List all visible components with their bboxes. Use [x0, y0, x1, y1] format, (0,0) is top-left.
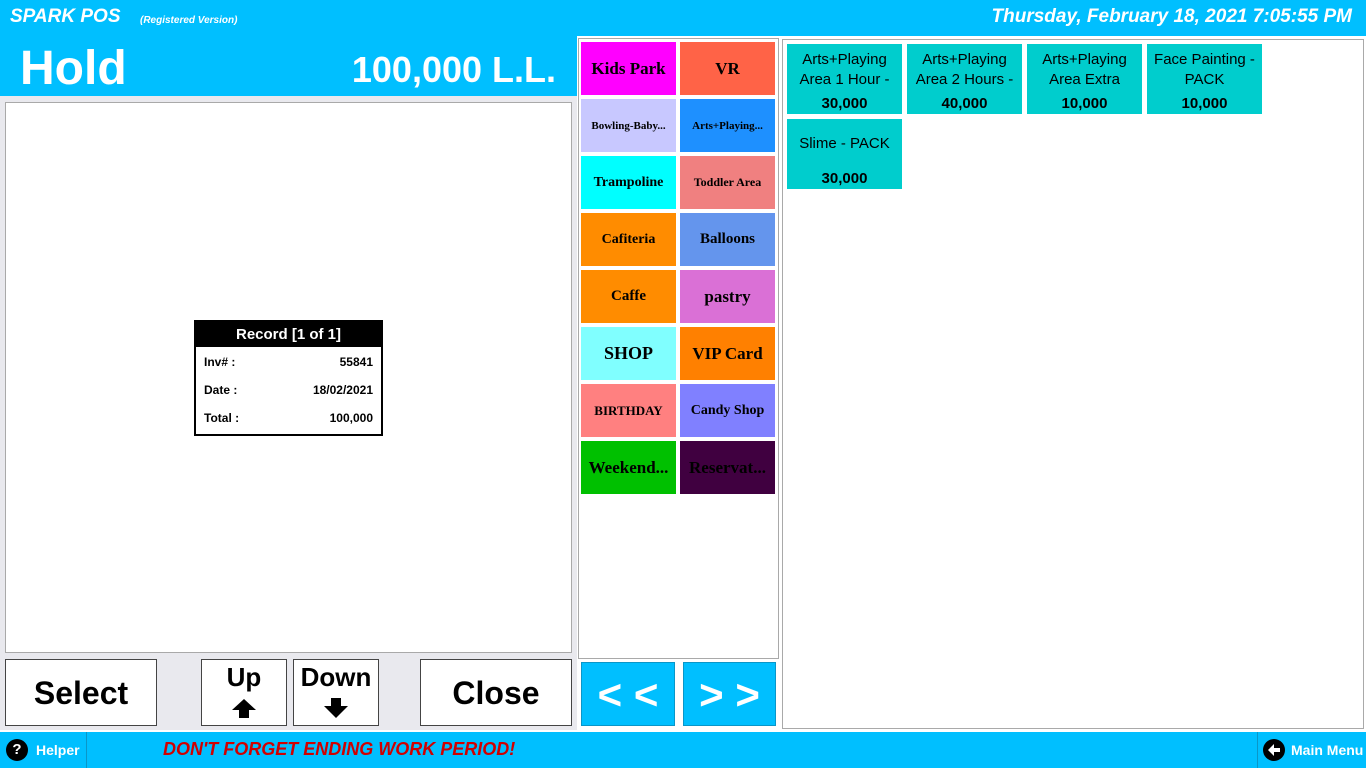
helper-label: Helper — [36, 742, 80, 758]
date-value: 18/02/2021 — [312, 383, 373, 397]
date-label: Date : — [204, 383, 238, 397]
record-inv-row: Inv# : 55841 — [204, 355, 373, 375]
close-button[interactable]: Close — [420, 659, 572, 726]
app-subtitle: (Registered Version) — [140, 15, 238, 26]
category-tile[interactable]: SHOP — [581, 327, 676, 380]
product-tile[interactable]: Arts+Playing Area 1 Hour - 30,000 — [787, 44, 902, 114]
next-page-button[interactable]: > > — [683, 662, 776, 726]
category-tile[interactable]: Cafiteria — [581, 213, 676, 266]
inv-value: 55841 — [339, 355, 373, 369]
product-name: Face Painting - PACK — [1154, 51, 1255, 88]
total-value: 100,000 — [329, 411, 373, 425]
down-label: Down — [300, 662, 372, 692]
held-record-card[interactable]: Record [1 of 1] Inv# : 55841 Date : 18/0… — [194, 320, 383, 436]
main-menu-label: Main Menu — [1291, 742, 1364, 758]
category-tile[interactable]: Candy Shop — [680, 384, 775, 437]
product-name: Arts+Playing Area 1 Hour - — [799, 51, 890, 88]
product-price: 10,000 — [1181, 95, 1228, 112]
category-tile[interactable]: Bowling-Baby... — [581, 99, 676, 152]
category-tile[interactable]: Trampoline — [581, 156, 676, 209]
product-tile[interactable]: Arts+Playing Area 2 Hours - 40,000 — [907, 44, 1022, 114]
app-title: SPARK POS — [10, 6, 121, 27]
down-button[interactable]: Down — [293, 659, 379, 726]
category-tile[interactable]: Caffe — [581, 270, 676, 323]
category-tile[interactable]: VIP Card — [680, 327, 775, 380]
record-header: Record [1 of 1] — [196, 322, 381, 347]
category-tile[interactable]: Arts+Playing... — [680, 99, 775, 152]
product-tile[interactable]: Arts+Playing Area Extra 10,000 — [1027, 44, 1142, 114]
product-price: 10,000 — [1061, 95, 1108, 112]
product-name: Arts+Playing Area Extra — [1042, 51, 1127, 88]
category-tile[interactable]: pastry — [680, 270, 775, 323]
product-tile[interactable]: Slime - PACK 30,000 — [787, 119, 902, 189]
category-tile[interactable]: Toddler Area — [680, 156, 775, 209]
work-period-warning: DON'T FORGET ENDING WORK PERIOD! — [163, 739, 516, 759]
product-tile[interactable]: Face Painting - PACK 10,000 — [1147, 44, 1262, 114]
total-label: Total : — [204, 411, 240, 425]
record-total-row: Total : 100,000 — [204, 411, 373, 431]
arrow-down-icon — [294, 697, 378, 719]
category-tile[interactable]: Weekend... — [581, 441, 676, 494]
category-tile[interactable]: Reservat... — [680, 441, 775, 494]
up-label: Up — [226, 662, 262, 692]
hold-title: Hold — [20, 42, 127, 95]
help-icon: ? — [6, 739, 28, 761]
up-button[interactable]: Up — [201, 659, 287, 726]
category-tile[interactable]: VR — [680, 42, 775, 95]
category-tile[interactable]: Kids Park — [581, 42, 676, 95]
datetime-display: Thursday, February 18, 2021 7:05:55 PM — [991, 6, 1352, 27]
inv-label: Inv# : — [204, 355, 236, 369]
select-button[interactable]: Select — [5, 659, 157, 726]
category-tile[interactable]: Balloons — [680, 213, 775, 266]
category-tile[interactable]: BIRTHDAY — [581, 384, 676, 437]
prev-page-button[interactable]: < < — [581, 662, 675, 726]
product-price: 30,000 — [821, 95, 868, 112]
hold-amount: 100,000 L.L. — [351, 49, 556, 90]
record-date-row: Date : 18/02/2021 — [204, 383, 373, 403]
product-name: Slime - PACK — [799, 135, 890, 152]
product-price: 30,000 — [821, 170, 868, 187]
product-name: Arts+Playing Area 2 Hours - — [915, 51, 1014, 88]
arrow-up-icon — [202, 697, 286, 719]
product-price: 40,000 — [941, 95, 988, 112]
main-menu-button[interactable]: Main Menu — [1257, 732, 1366, 768]
back-arrow-icon — [1263, 739, 1285, 761]
helper-button[interactable]: ? Helper — [0, 732, 87, 768]
